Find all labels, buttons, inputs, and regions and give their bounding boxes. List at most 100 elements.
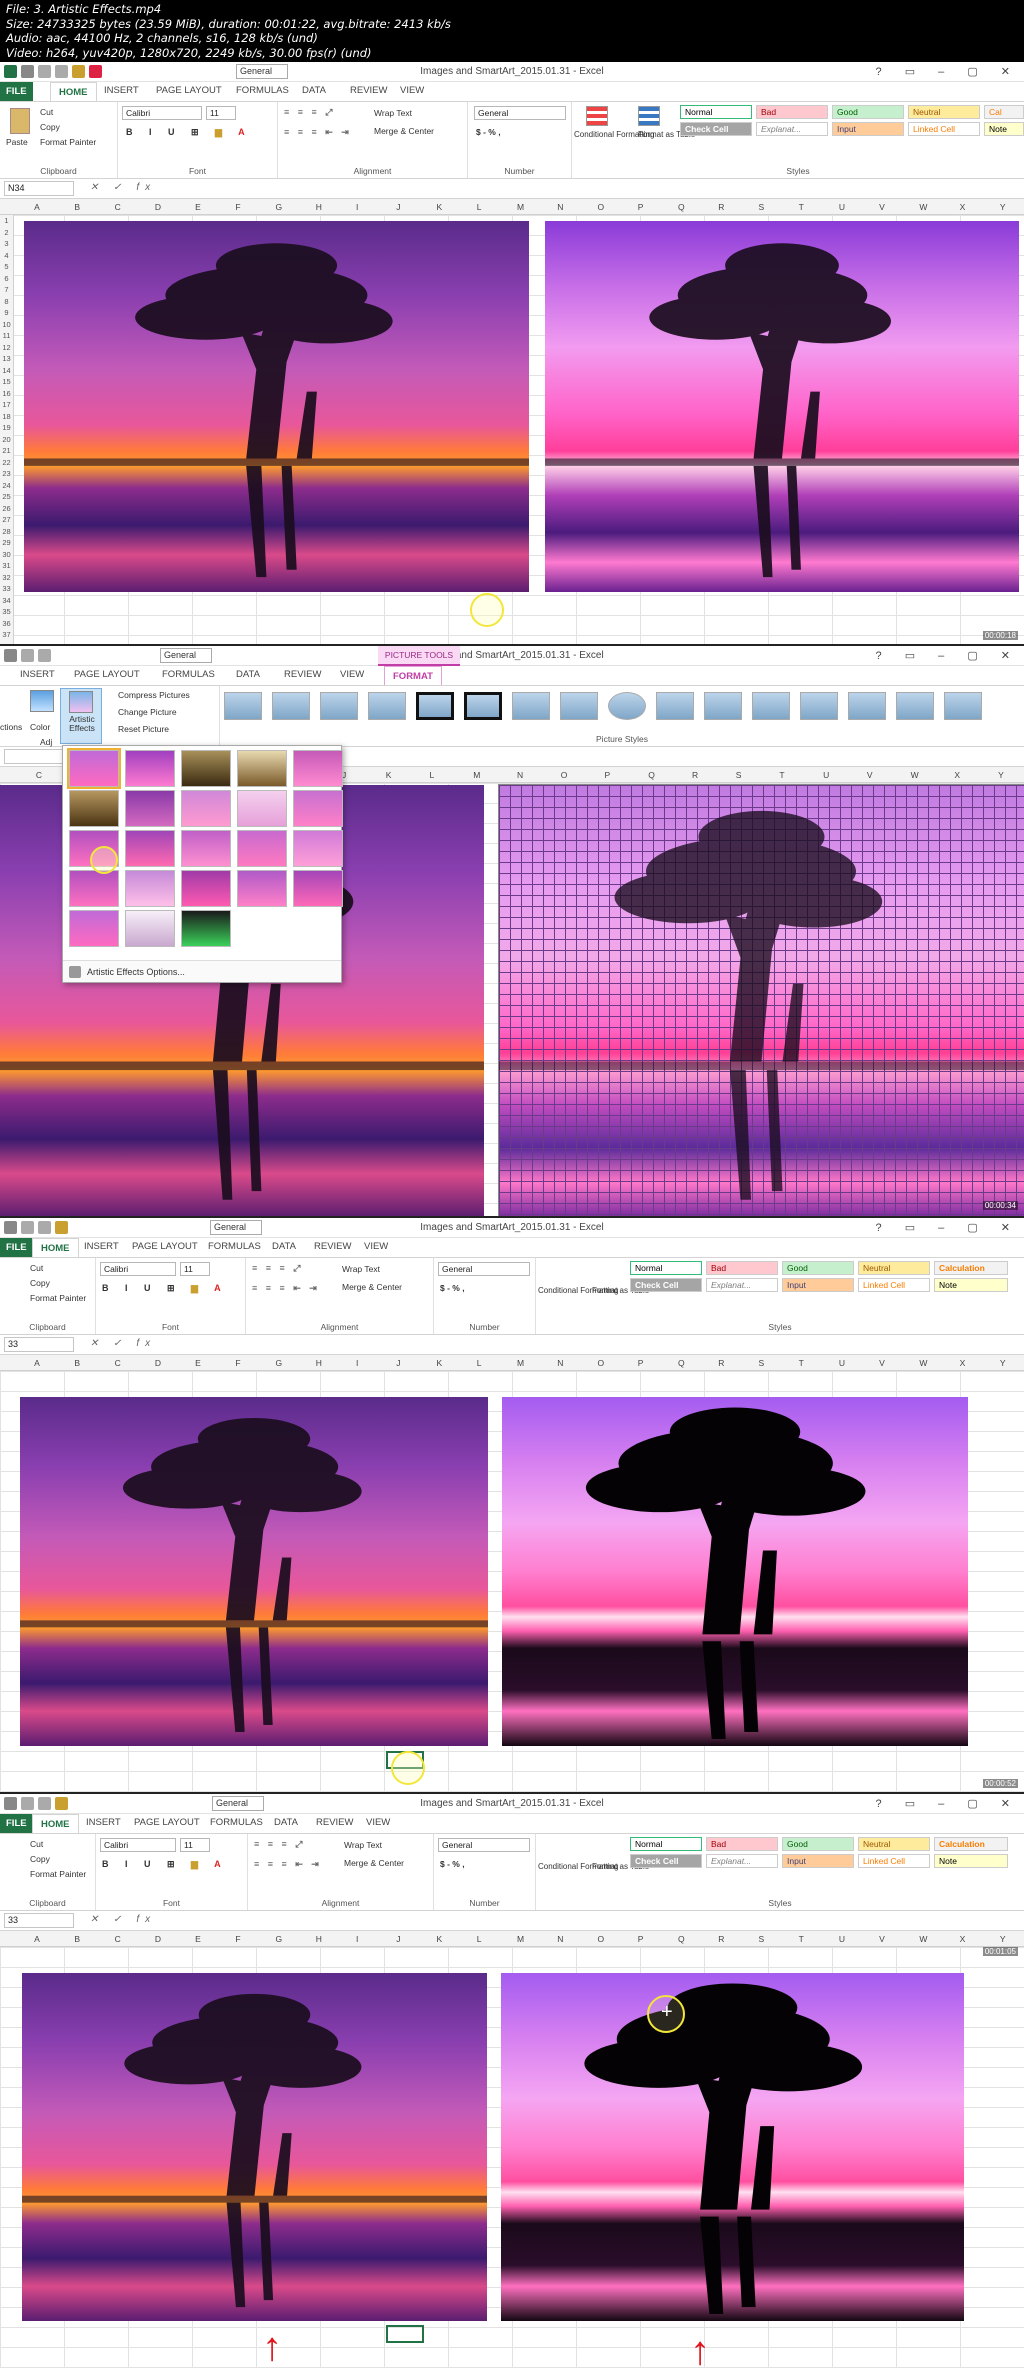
picture-style-option[interactable]	[464, 692, 502, 720]
column-header-R[interactable]: R	[718, 202, 724, 212]
column-header-T[interactable]: T	[799, 202, 804, 212]
style-check-cell[interactable]: Check Cell	[680, 122, 752, 136]
artistic-effect-option[interactable]	[293, 750, 343, 787]
column-header-F[interactable]: F	[235, 1934, 240, 1944]
worksheet-grid[interactable]: + ↑ ↑ 00:01:05	[0, 1947, 1024, 2368]
style-explanatory[interactable]: Explanat...	[706, 1278, 778, 1292]
column-header-N[interactable]: N	[557, 202, 563, 212]
column-header-U[interactable]: U	[839, 1358, 845, 1368]
format-painter-button[interactable]: Format Painter	[30, 1293, 86, 1303]
column-header-G[interactable]: G	[276, 1934, 283, 1944]
row-header-3[interactable]: 3	[0, 238, 13, 250]
style-calculation[interactable]: Calculation	[934, 1261, 1008, 1275]
row-header-1[interactable]: 1	[0, 215, 13, 227]
font-size-box[interactable]: 11	[180, 1838, 210, 1852]
style-linked-cell[interactable]: Linked Cell	[858, 1278, 930, 1292]
picture-style-option[interactable]	[368, 692, 406, 720]
style-neutral[interactable]: Neutral	[908, 105, 980, 119]
column-header-H[interactable]: H	[316, 1934, 322, 1944]
artistic-effect-option[interactable]	[69, 910, 119, 947]
column-header-K[interactable]: K	[437, 1934, 443, 1944]
column-header-M[interactable]: M	[517, 1934, 524, 1944]
row-header-6[interactable]: 6	[0, 273, 13, 285]
tab-review[interactable]: REVIEW	[314, 1241, 351, 1252]
row-header-34[interactable]: 34	[0, 595, 13, 607]
copy-button[interactable]: Copy	[30, 1278, 50, 1288]
column-header-B[interactable]: B	[74, 1358, 80, 1368]
column-header-Y[interactable]: Y	[1000, 1934, 1006, 1944]
artistic-effect-option[interactable]	[69, 870, 119, 907]
row-header-32[interactable]: 32	[0, 572, 13, 584]
font-style-buttons[interactable]: B I U ⊞ ▆ A	[102, 1283, 228, 1294]
align-horizontal-buttons[interactable]: ≡ ≡ ≡ ⇤ ⇥	[254, 1859, 322, 1870]
wrap-text-button[interactable]: Wrap Text	[374, 108, 412, 118]
row-header-15[interactable]: 15	[0, 376, 13, 388]
row-header-35[interactable]: 35	[0, 606, 13, 618]
style-bad[interactable]: Bad	[706, 1261, 778, 1275]
column-header-L[interactable]: L	[477, 202, 482, 212]
column-header-O[interactable]: O	[597, 202, 604, 212]
number-format-box[interactable]: General	[438, 1262, 530, 1276]
column-header-K[interactable]: K	[437, 1358, 443, 1368]
number-format-box[interactable]: General	[438, 1838, 530, 1852]
column-header-E[interactable]: E	[195, 202, 201, 212]
tab-file[interactable]: FILE	[0, 82, 33, 101]
column-header-L[interactable]: L	[477, 1358, 482, 1368]
worksheet-grid[interactable]: 1 2 3 4 5 6 7 8 9 10 11 12 13 14 15 16 17 18 19 20 21 22 23 24 2…	[0, 215, 1024, 644]
artistic-effect-option[interactable]	[293, 830, 343, 867]
column-header-W[interactable]: W	[919, 1934, 927, 1944]
picture-style-option[interactable]	[320, 692, 358, 720]
column-header-R[interactable]: R	[718, 1934, 724, 1944]
tab-formulas[interactable]: FORMULAS	[162, 669, 215, 680]
column-header-V[interactable]: V	[867, 770, 873, 780]
picture-style-option[interactable]	[896, 692, 934, 720]
column-header-X[interactable]: X	[960, 1934, 966, 1944]
picture-style-option[interactable]	[848, 692, 886, 720]
row-header-22[interactable]: 22	[0, 457, 13, 469]
tab-picture-format[interactable]: FORMAT	[384, 666, 442, 685]
corrections-button[interactable]: ctions	[0, 722, 22, 732]
artistic-effect-option[interactable]	[125, 750, 175, 787]
paste-button[interactable]: Paste	[6, 137, 28, 147]
tab-page-layout[interactable]: PAGE LAYOUT	[156, 85, 222, 96]
copy-button[interactable]: Copy	[40, 122, 60, 132]
tab-data[interactable]: DATA	[236, 669, 260, 680]
picture-style-option[interactable]	[272, 692, 310, 720]
style-note[interactable]: Note	[934, 1854, 1008, 1868]
artistic-effect-option[interactable]	[67, 748, 121, 789]
artistic-effect-option[interactable]	[293, 870, 343, 907]
font-size-box[interactable]: 11	[180, 1262, 210, 1276]
column-header-J[interactable]: J	[396, 1934, 400, 1944]
picture-style-option[interactable]	[704, 692, 742, 720]
artistic-effect-option[interactable]	[181, 910, 231, 947]
column-header-N[interactable]: N	[517, 770, 523, 780]
column-header-W[interactable]: W	[919, 202, 927, 212]
tab-review[interactable]: REVIEW	[284, 669, 321, 680]
row-header-18[interactable]: 18	[0, 411, 13, 423]
column-header-J[interactable]: J	[396, 1358, 400, 1368]
style-normal[interactable]: Normal	[680, 105, 752, 119]
row-header-9[interactable]: 9	[0, 307, 13, 319]
tab-insert[interactable]: INSERT	[86, 1817, 121, 1828]
change-picture-button[interactable]: Change Picture	[118, 707, 177, 717]
row-header-28[interactable]: 28	[0, 526, 13, 538]
column-header-N[interactable]: N	[557, 1934, 563, 1944]
column-header-D[interactable]: D	[155, 1934, 161, 1944]
picture-style-option[interactable]	[656, 692, 694, 720]
artistic-effect-option[interactable]	[237, 750, 287, 787]
column-header-T[interactable]: T	[799, 1358, 804, 1368]
column-header-Q[interactable]: Q	[678, 1358, 685, 1368]
font-name-box[interactable]: Calibri	[100, 1838, 176, 1852]
column-header-N[interactable]: N	[557, 1358, 563, 1368]
font-name-box[interactable]: Calibri	[100, 1262, 176, 1276]
tab-page-layout[interactable]: PAGE LAYOUT	[132, 1241, 198, 1252]
row-header-26[interactable]: 26	[0, 503, 13, 515]
style-bad[interactable]: Bad	[756, 105, 828, 119]
column-header-G[interactable]: G	[276, 202, 283, 212]
picture-with-effect[interactable]	[502, 1397, 968, 1746]
style-calculation[interactable]: Calculation	[934, 1837, 1008, 1851]
picture-style-option[interactable]	[416, 692, 454, 720]
artistic-effect-option[interactable]	[125, 830, 175, 867]
window-controls[interactable]: ? ▭ – ▢ ✕	[876, 649, 1020, 662]
style-explanatory[interactable]: Explanat...	[706, 1854, 778, 1868]
